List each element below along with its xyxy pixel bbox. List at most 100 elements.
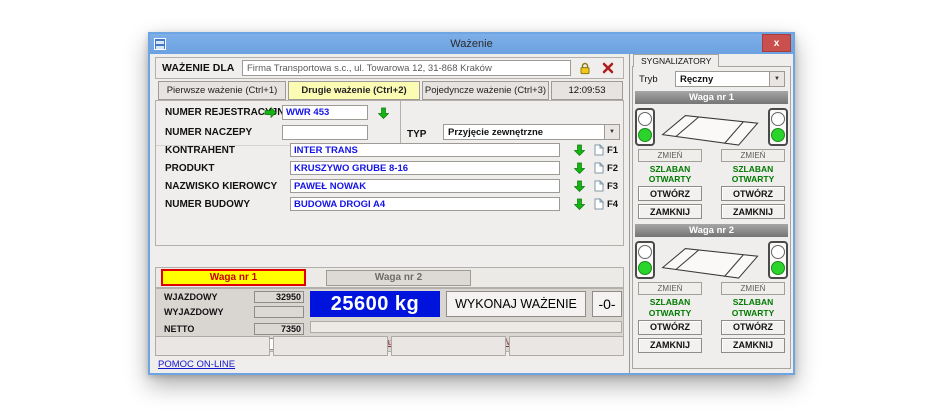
site-number-input[interactable] (290, 197, 560, 211)
traffic-light-right (768, 108, 788, 146)
tab-second-weighing[interactable]: Drugie ważenie (Ctrl+2) (288, 81, 420, 100)
close-barrier-left-button[interactable]: ZAMKNIJ (638, 338, 702, 353)
chevron-down-icon[interactable]: ▼ (604, 125, 619, 139)
green-light-on-icon (638, 128, 652, 142)
status-box (273, 336, 388, 356)
change-light-right-button[interactable]: ZMIEŃ (721, 149, 785, 162)
weighbridge-icon (658, 108, 766, 146)
document-icon[interactable] (594, 180, 604, 192)
traffic-light-left (635, 241, 655, 279)
registration-number-input[interactable] (282, 105, 368, 120)
net-weight-value (254, 323, 304, 335)
arrow-down-icon[interactable] (378, 107, 389, 119)
product-input[interactable] (290, 161, 560, 175)
change-light-left-button[interactable]: ZMIEŃ (638, 282, 702, 295)
open-barrier-left-button[interactable]: OTWÓRZ (638, 186, 702, 201)
site-number-label: NUMER BUDOWY (156, 199, 290, 210)
exit-weight-value (254, 306, 304, 318)
arrow-down-icon[interactable] (574, 144, 585, 156)
main-panel: WAŻENIE DLA Pierwsze ważenie (Ctrl+1) Dr… (150, 54, 629, 373)
barrier-status-right: SZLABANOTWARTY (721, 297, 785, 317)
scale-2-header: Waga nr 2 (635, 224, 788, 237)
arrow-right-icon (264, 107, 282, 118)
barrier-status-left: SZLABANOTWARTY (638, 164, 702, 184)
document-icon[interactable] (594, 198, 604, 210)
tab-scale-2[interactable]: Waga nr 2 (326, 270, 471, 286)
arrow-down-icon[interactable] (574, 180, 585, 192)
status-box (391, 336, 506, 356)
fkey-label: F1 (607, 145, 618, 156)
window-title: Ważenie (150, 38, 793, 50)
exit-weight-label: WYJAZDOWY (164, 307, 254, 317)
open-barrier-left-button[interactable]: OTWÓRZ (638, 320, 702, 335)
weighing-for-label: WAŻENIE DLA (162, 62, 242, 74)
arrow-down-icon[interactable] (574, 162, 585, 174)
tab-scale-1[interactable]: Waga nr 1 (161, 269, 306, 286)
close-barrier-right-button[interactable]: ZAMKNIJ (721, 338, 785, 353)
vehicle-fields-group: NUMER REJESTRACYJNY NUMER NACZEPY TYP (155, 100, 624, 246)
scale-1-lights (633, 106, 790, 148)
scale-2-block: Waga nr 2 (633, 224, 790, 355)
close-barrier-right-button[interactable]: ZAMKNIJ (721, 204, 785, 219)
change-light-left-button[interactable]: ZMIEŃ (638, 149, 702, 162)
lock-icon[interactable] (576, 60, 594, 76)
type-value: Przyjęcie zewnętrzne (444, 127, 604, 138)
green-light-on-icon (771, 261, 785, 275)
clear-icon[interactable] (599, 60, 617, 76)
status-box (155, 336, 270, 356)
weighing-for-group: WAŻENIE DLA (155, 57, 624, 79)
weight-display: 25600 kg (310, 291, 440, 317)
close-button[interactable]: x (762, 34, 791, 52)
entry-weight-label: WJAZDOWY (164, 292, 254, 302)
type-dropdown[interactable]: Przyjęcie zewnętrzne ▼ (443, 124, 620, 140)
scale-tabs: Waga nr 1 Waga nr 2 (155, 267, 624, 288)
traffic-light-left (635, 108, 655, 146)
change-light-right-button[interactable]: ZMIEŃ (721, 282, 785, 295)
red-light-off-icon (771, 245, 785, 259)
zero-button[interactable]: -0- (592, 291, 622, 317)
open-barrier-right-button[interactable]: OTWÓRZ (721, 186, 785, 201)
mode-row: Tryb Ręczny ▼ (633, 67, 790, 90)
status-boxes (155, 336, 624, 356)
type-label: TYP (407, 129, 443, 140)
message-bar (310, 321, 622, 333)
arrow-down-icon[interactable] (574, 198, 585, 210)
perform-weighing-button[interactable]: WYKONAJ WAŻENIE (446, 291, 586, 317)
entry-weight-value (254, 291, 304, 303)
online-help-link[interactable]: POMOC ON-LINE (158, 359, 235, 370)
document-icon[interactable] (594, 144, 604, 156)
contractor-input[interactable] (290, 143, 560, 157)
green-light-on-icon (638, 261, 652, 275)
red-light-off-icon (638, 245, 652, 259)
signals-panel: SYGNALIZATORY Tryb Ręczny ▼ Waga nr 1 (629, 54, 793, 373)
traffic-light-right (768, 241, 788, 279)
weighing-for-input[interactable] (242, 60, 571, 76)
clock: 12:09:53 (551, 81, 623, 100)
tab-single-weighing[interactable]: Pojedyncze ważenie (Ctrl+3) (422, 81, 549, 100)
red-light-off-icon (638, 112, 652, 126)
weighing-window: Ważenie x WAŻENIE DLA (148, 32, 795, 375)
net-weight-label: NETTO (164, 324, 254, 334)
type-column: TYP Przyjęcie zewnętrzne ▼ (400, 101, 624, 145)
scale-1-block: Waga nr 1 (633, 91, 790, 222)
open-barrier-right-button[interactable]: OTWÓRZ (721, 320, 785, 335)
status-box (509, 336, 624, 356)
close-barrier-left-button[interactable]: ZAMKNIJ (638, 204, 702, 219)
tab-signals[interactable]: SYGNALIZATORY (633, 54, 719, 67)
mode-dropdown[interactable]: Ręczny ▼ (675, 71, 785, 87)
weighing-mode-tabs: Pierwsze ważenie (Ctrl+1) Drugie ważenie… (158, 81, 624, 100)
green-light-on-icon (771, 128, 785, 142)
scale-1-header: Waga nr 1 (635, 91, 788, 104)
product-label: PRODUKT (156, 163, 290, 174)
tab-first-weighing[interactable]: Pierwsze ważenie (Ctrl+1) (158, 81, 286, 100)
mode-value: Ręczny (676, 74, 769, 85)
chevron-down-icon[interactable]: ▼ (769, 72, 784, 86)
trailer-number-input[interactable] (282, 125, 368, 140)
barrier-status-right: SZLABANOTWARTY (721, 164, 785, 184)
driver-name-input[interactable] (290, 179, 560, 193)
desktop: Ważenie x WAŻENIE DLA (0, 0, 942, 414)
red-light-off-icon (771, 112, 785, 126)
weighbridge-icon (658, 241, 766, 279)
scale-2-lights (633, 239, 790, 281)
document-icon[interactable] (594, 162, 604, 174)
